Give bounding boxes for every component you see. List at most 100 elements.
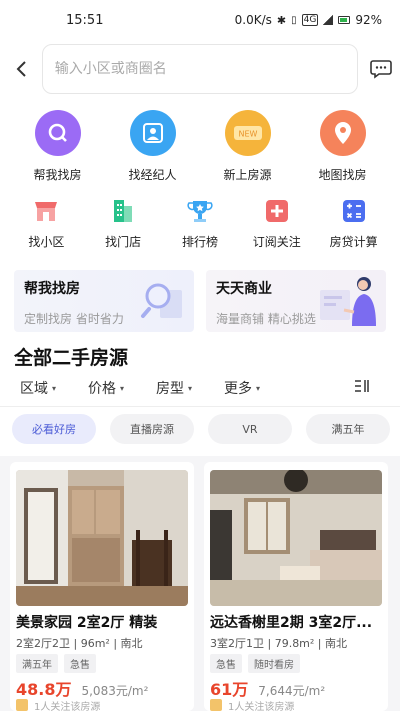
caret-down-icon: ▾ xyxy=(52,383,57,393)
listing-meta: 3室2厅1卫 | 79.8m² | 南北 xyxy=(210,637,348,650)
promo-card-commercial[interactable]: 天天商业 海量商铺 精心挑选 xyxy=(206,270,386,332)
listing-tags: 急售 随时看房 xyxy=(210,654,300,673)
signal-icon xyxy=(323,15,334,25)
filter-layout[interactable]: 房型 ▾ xyxy=(156,378,192,398)
main-feature-grid: 帮我找房 找经纪人 NEW 新上房源 地图找房 xyxy=(0,110,400,183)
magnifier-illustration-icon xyxy=(141,283,182,318)
listing-footnote: 1人关注该房源 xyxy=(210,698,380,711)
status-bar: 15:51 0.0K/s ✱ ▯ 4G 92% xyxy=(0,0,400,40)
listing-price: 61万 7,644元/m² xyxy=(210,676,325,700)
battery-level: 92% xyxy=(355,13,382,27)
message-button[interactable] xyxy=(362,50,400,88)
listing-tag: 急售 xyxy=(210,654,242,673)
divider xyxy=(0,406,400,407)
feature-find-agent[interactable]: 找经纪人 xyxy=(113,110,193,183)
tag-five-years[interactable]: 满五年 xyxy=(306,414,390,444)
status-time: 15:51 xyxy=(66,12,104,28)
filter-price[interactable]: 价格 ▾ xyxy=(88,378,124,398)
listing-tag: 急售 xyxy=(64,654,96,673)
badge-icon xyxy=(210,699,222,711)
feature-label: 排行榜 xyxy=(181,235,218,249)
back-button[interactable] xyxy=(2,49,42,89)
vibrate-icon: ▯ xyxy=(291,14,297,26)
filter-label: 区域 xyxy=(20,381,48,397)
filter-label: 价格 xyxy=(88,381,117,397)
feature-label: 帮我找房 xyxy=(33,168,82,182)
price-total: 48.8万 xyxy=(16,680,72,699)
network-speed: 0.0K/s xyxy=(234,13,272,27)
feature-label: 订阅关注 xyxy=(252,235,301,249)
feature-mortgage-calculator[interactable]: 房贷计算 xyxy=(322,197,386,250)
tag-live[interactable]: 直播房源 xyxy=(110,414,194,444)
battery-icon xyxy=(338,16,351,24)
feature-label: 找经纪人 xyxy=(128,168,177,182)
status-indicators: 0.0K/s ✱ ▯ 4G 92% xyxy=(235,13,382,27)
building-icon xyxy=(109,197,137,225)
feature-rankings[interactable]: 排行榜 xyxy=(168,197,232,250)
listing-tag: 满五年 xyxy=(16,654,58,673)
listing-card[interactable]: 远达香榭里2期 3室2厅... 3室2厅1卫 | 79.8m² | 南北 急售 … xyxy=(204,462,388,711)
listing-tag: 随时看房 xyxy=(248,654,300,673)
tag-vr[interactable]: VR xyxy=(208,414,292,444)
feature-find-community[interactable]: 找小区 xyxy=(14,197,78,250)
filter-label: 房型 xyxy=(156,381,185,397)
map-pin-icon xyxy=(319,110,366,156)
search-box[interactable] xyxy=(41,44,359,94)
listing-title: 远达香榭里2期 3室2厅... xyxy=(210,615,373,631)
listing-price: 48.8万 5,083元/m² xyxy=(16,676,148,700)
feature-label: 新上房源 xyxy=(223,168,272,182)
feature-find-home[interactable]: 帮我找房 xyxy=(18,110,98,183)
caret-down-icon: ▾ xyxy=(120,383,125,393)
price-total: 61万 xyxy=(210,680,249,699)
new-badge-icon: NEW xyxy=(224,110,271,156)
search-icon xyxy=(34,110,81,156)
sort-icon xyxy=(355,380,369,392)
section-title: 全部二手房源 xyxy=(14,347,129,369)
footnote-text: 1人关注该房源 xyxy=(34,701,101,711)
sort-button[interactable] xyxy=(354,378,370,398)
tag-chip-row: 必看好房 直播房源 VR 满五年 xyxy=(12,414,392,446)
price-per-sqm: 5,083元/m² xyxy=(81,684,149,698)
listing-card[interactable]: 美景家园 2室2厅 精装 2室2厅2卫 | 96m² | 南北 满五年 急售 4… xyxy=(10,462,194,711)
sub-feature-grid: 找小区 找门店 排行榜 订阅关注 房贷计算 xyxy=(0,197,400,250)
footnote-text: 1人关注该房源 xyxy=(228,701,295,711)
listing-photo xyxy=(210,470,382,606)
shop-icon xyxy=(32,197,60,225)
listing-footnote: 1人关注该房源 xyxy=(16,698,186,711)
trophy-icon xyxy=(186,197,214,225)
feature-subscribe[interactable]: 订阅关注 xyxy=(245,197,309,250)
listing-meta: 2室2厅2卫 | 96m² | 南北 xyxy=(16,637,143,650)
filter-region[interactable]: 区域 ▾ xyxy=(20,378,56,398)
calculator-icon xyxy=(340,197,368,225)
caret-down-icon: ▾ xyxy=(188,383,193,393)
plus-icon xyxy=(263,197,291,225)
feature-label: 房贷计算 xyxy=(329,235,378,249)
filter-label: 更多 xyxy=(224,381,253,397)
listing-title: 美景家园 2室2厅 精装 xyxy=(16,615,158,631)
listing-photo xyxy=(16,470,188,606)
filter-bar: 区域 ▾ 价格 ▾ 房型 ▾ 更多 ▾ xyxy=(0,376,400,400)
feature-label: 找小区 xyxy=(28,235,65,249)
agent-icon xyxy=(129,110,176,156)
feature-new-listings[interactable]: NEW 新上房源 xyxy=(208,110,288,183)
search-row xyxy=(0,42,400,96)
back-arrow-icon xyxy=(16,61,26,77)
feature-map-search[interactable]: 地图找房 xyxy=(303,110,383,183)
feature-label: 地图找房 xyxy=(318,168,367,182)
businesswoman-illustration-icon xyxy=(320,277,376,326)
svg-text:NEW: NEW xyxy=(238,130,257,139)
tag-must-see[interactable]: 必看好房 xyxy=(12,414,96,444)
feature-label: 找门店 xyxy=(105,235,142,249)
promo-card-find-home[interactable]: 帮我找房 定制找房 省时省力 xyxy=(14,270,194,332)
message-icon xyxy=(370,60,392,79)
bluetooth-icon: ✱ xyxy=(276,13,287,27)
listing-tags: 满五年 急售 xyxy=(16,654,96,673)
price-per-sqm: 7,644元/m² xyxy=(258,684,326,698)
promo-row: 帮我找房 定制找房 省时省力 天天商业 海量商铺 精心挑选 xyxy=(14,270,386,332)
network-type: 4G xyxy=(301,14,319,26)
search-input[interactable] xyxy=(54,61,358,77)
badge-icon xyxy=(16,699,28,711)
caret-down-icon: ▾ xyxy=(256,383,261,393)
filter-more[interactable]: 更多 ▾ xyxy=(224,378,260,398)
feature-find-store[interactable]: 找门店 xyxy=(91,197,155,250)
